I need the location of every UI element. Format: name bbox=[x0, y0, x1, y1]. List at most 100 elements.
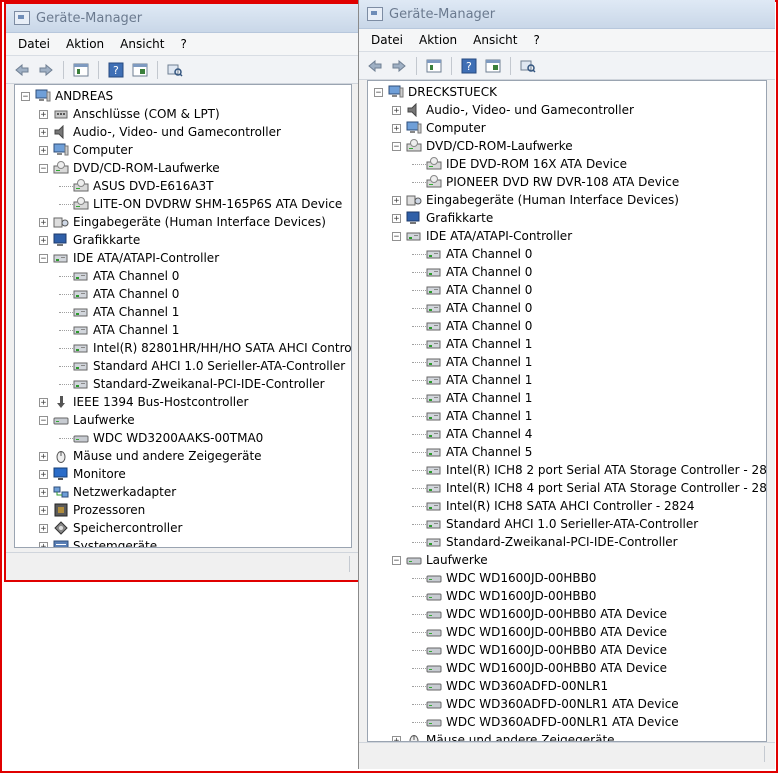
tree-category-node[interactable]: − Laufwerke bbox=[392, 551, 488, 569]
collapse-icon[interactable]: − bbox=[21, 91, 30, 101]
tree-device-node[interactable]: Intel(R) ICH8 4 port Serial ATA Storage … bbox=[412, 479, 766, 497]
tree-category-node[interactable]: + Mäuse und andere Zeigegeräte bbox=[392, 731, 615, 741]
expand-icon[interactable]: + bbox=[39, 397, 48, 407]
tree-device-node[interactable]: ATA Channel 0 bbox=[59, 285, 179, 303]
menu-aktion[interactable]: Aktion bbox=[411, 33, 465, 47]
back-arrow-icon[interactable] bbox=[12, 60, 32, 80]
expand-icon[interactable]: + bbox=[39, 505, 48, 515]
tree-device-node[interactable]: ATA Channel 1 bbox=[412, 353, 532, 371]
tree-category-node[interactable]: + Systemgeräte bbox=[39, 537, 157, 547]
tree-category-node[interactable]: + Anschlüsse (COM & LPT) bbox=[39, 105, 220, 123]
tree-device-node[interactable]: WDC WD3200AAKS-00TMA0 bbox=[59, 429, 263, 447]
properties-icon[interactable] bbox=[71, 60, 91, 80]
tree-category-node[interactable]: + Grafikkarte bbox=[392, 209, 493, 227]
tree-device-node[interactable]: ASUS DVD-E616A3T bbox=[59, 177, 214, 195]
expand-icon[interactable]: + bbox=[39, 523, 48, 533]
tree-device-node[interactable]: WDC WD360ADFD-00NLR1 ATA Device bbox=[412, 713, 679, 731]
title-bar[interactable]: Geräte-Manager bbox=[359, 0, 775, 29]
tree-category-node[interactable]: + Prozessoren bbox=[39, 501, 145, 519]
properties-icon[interactable] bbox=[424, 56, 444, 76]
menu-ansicht[interactable]: Ansicht bbox=[465, 33, 525, 47]
expand-icon[interactable]: + bbox=[39, 145, 48, 155]
forward-arrow-icon[interactable] bbox=[36, 60, 56, 80]
tree-category-node[interactable]: + Audio-, Video- und Gamecontroller bbox=[39, 123, 281, 141]
collapse-icon[interactable]: − bbox=[392, 231, 401, 241]
tree-device-node[interactable]: PIONEER DVD RW DVR-108 ATA Device bbox=[412, 173, 679, 191]
tree-category-node[interactable]: + Eingabegeräte (Human Interface Devices) bbox=[39, 213, 326, 231]
tree-device-node[interactable]: ATA Channel 1 bbox=[412, 371, 532, 389]
title-bar[interactable]: Geräte-Manager bbox=[6, 4, 360, 33]
tree-device-node[interactable]: WDC WD1600JD-00HBB0 bbox=[412, 587, 596, 605]
tree-category-node[interactable]: + Mäuse und andere Zeigegeräte bbox=[39, 447, 262, 465]
help-icon[interactable]: ? bbox=[106, 60, 126, 80]
tree-category-node[interactable]: + Netzwerkadapter bbox=[39, 483, 176, 501]
expand-icon[interactable]: + bbox=[392, 123, 401, 133]
tree-device-node[interactable]: ATA Channel 4 bbox=[412, 425, 532, 443]
tree-device-node[interactable]: WDC WD360ADFD-00NLR1 ATA Device bbox=[412, 695, 679, 713]
tree-device-node[interactable]: ATA Channel 1 bbox=[412, 407, 532, 425]
tree-category-node[interactable]: − Laufwerke bbox=[39, 411, 135, 429]
tree-device-node[interactable]: Intel(R) 82801HR/HH/HO SATA AHCI Control… bbox=[59, 339, 351, 357]
tree-category-node[interactable]: − IDE ATA/ATAPI-Controller bbox=[392, 227, 572, 245]
collapse-icon[interactable]: − bbox=[374, 87, 383, 97]
menu-ansicht[interactable]: Ansicht bbox=[112, 37, 172, 51]
menu-datei[interactable]: Datei bbox=[363, 33, 411, 47]
menu-datei[interactable]: Datei bbox=[10, 37, 58, 51]
tree-device-node[interactable]: ATA Channel 0 bbox=[59, 267, 179, 285]
expand-icon[interactable]: + bbox=[392, 105, 401, 115]
tree-root-node[interactable]: − ANDREAS bbox=[21, 87, 113, 105]
tree-device-node[interactable]: Intel(R) ICH8 2 port Serial ATA Storage … bbox=[412, 461, 766, 479]
tree-device-node[interactable]: ATA Channel 0 bbox=[412, 299, 532, 317]
tree-root-node[interactable]: − DRECKSTUECK bbox=[374, 83, 497, 101]
tree-category-node[interactable]: − DVD/CD-ROM-Laufwerke bbox=[392, 137, 573, 155]
tree-device-node[interactable]: ATA Channel 1 bbox=[412, 389, 532, 407]
driver-details-icon[interactable] bbox=[130, 60, 150, 80]
tree-category-node[interactable]: + Computer bbox=[39, 141, 133, 159]
scan-hardware-icon[interactable] bbox=[518, 56, 538, 76]
collapse-icon[interactable]: − bbox=[39, 253, 48, 263]
tree-device-node[interactable]: Standard AHCI 1.0 Serieller-ATA-Controll… bbox=[59, 357, 345, 375]
tree-category-node[interactable]: + Monitore bbox=[39, 465, 126, 483]
tree-device-node[interactable]: Intel(R) ICH8 SATA AHCI Controller - 282… bbox=[412, 497, 695, 515]
tree-category-node[interactable]: + Eingabegeräte (Human Interface Devices) bbox=[392, 191, 679, 209]
tree-device-node[interactable]: WDC WD360ADFD-00NLR1 bbox=[412, 677, 608, 695]
expand-icon[interactable]: + bbox=[39, 217, 48, 227]
menu-help[interactable]: ? bbox=[172, 37, 194, 51]
expand-icon[interactable]: + bbox=[39, 469, 48, 479]
expand-icon[interactable]: + bbox=[39, 451, 48, 461]
tree-category-node[interactable]: + IEEE 1394 Bus-Hostcontroller bbox=[39, 393, 248, 411]
forward-arrow-icon[interactable] bbox=[389, 56, 409, 76]
tree-device-node[interactable]: Standard-Zweikanal-PCI-IDE-Controller bbox=[412, 533, 678, 551]
scan-hardware-icon[interactable] bbox=[165, 60, 185, 80]
tree-device-node[interactable]: ATA Channel 5 bbox=[412, 443, 532, 461]
expand-icon[interactable]: + bbox=[39, 127, 48, 137]
tree-device-node[interactable]: ATA Channel 1 bbox=[59, 303, 179, 321]
menu-aktion[interactable]: Aktion bbox=[58, 37, 112, 51]
tree-category-node[interactable]: + Computer bbox=[392, 119, 486, 137]
tree-category-node[interactable]: + Grafikkarte bbox=[39, 231, 140, 249]
tree-device-node[interactable]: ATA Channel 0 bbox=[412, 245, 532, 263]
tree-device-node[interactable]: WDC WD1600JD-00HBB0 ATA Device bbox=[412, 605, 667, 623]
expand-icon[interactable]: + bbox=[39, 541, 48, 547]
tree-device-node[interactable]: Standard-Zweikanal-PCI-IDE-Controller bbox=[59, 375, 325, 393]
collapse-icon[interactable]: − bbox=[392, 141, 401, 151]
tree-device-node[interactable]: ATA Channel 1 bbox=[59, 321, 179, 339]
tree-category-node[interactable]: + Audio-, Video- und Gamecontroller bbox=[392, 101, 634, 119]
expand-icon[interactable]: + bbox=[392, 195, 401, 205]
tree-category-node[interactable]: − DVD/CD-ROM-Laufwerke bbox=[39, 159, 220, 177]
tree-device-node[interactable]: ATA Channel 1 bbox=[412, 335, 532, 353]
tree-device-node[interactable]: Standard AHCI 1.0 Serieller-ATA-Controll… bbox=[412, 515, 698, 533]
expand-icon[interactable]: + bbox=[39, 235, 48, 245]
tree-category-node[interactable]: − IDE ATA/ATAPI-Controller bbox=[39, 249, 219, 267]
tree-device-node[interactable]: ATA Channel 0 bbox=[412, 263, 532, 281]
tree-device-node[interactable]: WDC WD1600JD-00HBB0 ATA Device bbox=[412, 659, 667, 677]
expand-icon[interactable]: + bbox=[39, 109, 48, 119]
tree-device-node[interactable]: WDC WD1600JD-00HBB0 ATA Device bbox=[412, 623, 667, 641]
collapse-icon[interactable]: − bbox=[39, 415, 48, 425]
collapse-icon[interactable]: − bbox=[392, 555, 401, 565]
help-icon[interactable]: ? bbox=[459, 56, 479, 76]
tree-device-node[interactable]: ATA Channel 0 bbox=[412, 317, 532, 335]
back-arrow-icon[interactable] bbox=[365, 56, 385, 76]
tree-device-node[interactable]: WDC WD1600JD-00HBB0 bbox=[412, 569, 596, 587]
tree-device-node[interactable]: WDC WD1600JD-00HBB0 ATA Device bbox=[412, 641, 667, 659]
